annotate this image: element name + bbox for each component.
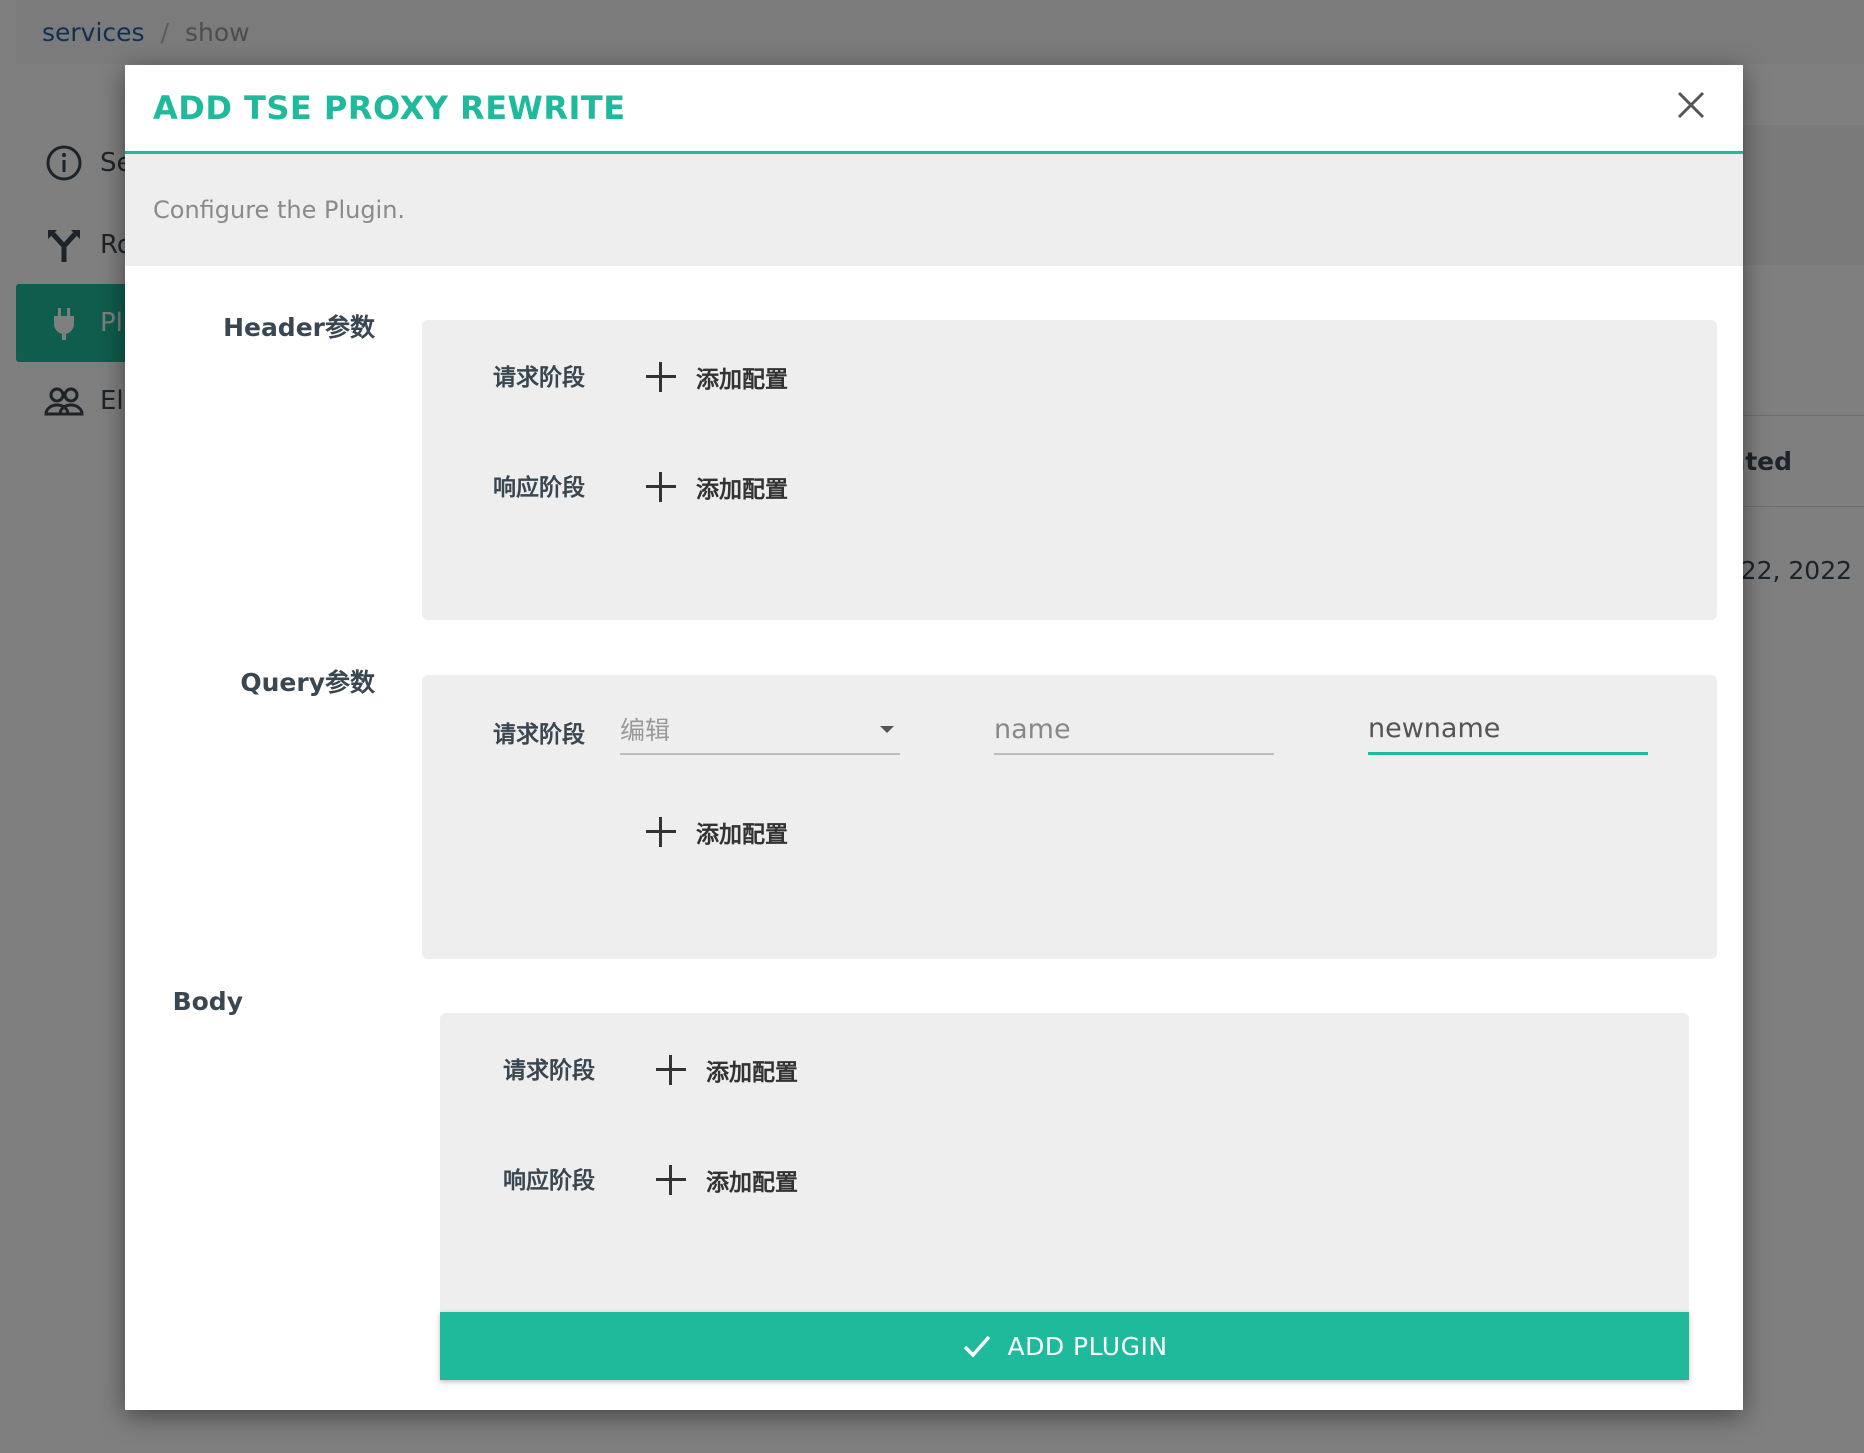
check-icon [964,1335,991,1358]
plus-icon [656,1055,686,1085]
header-params-label: Header参数 [223,313,375,342]
add-plugin-button[interactable]: ADD PLUGIN [440,1312,1689,1380]
newname-field[interactable] [1368,705,1648,752]
body-response-stage-label: 响应阶段 [503,1168,595,1194]
query-request-stage-label: 请求阶段 [493,722,585,748]
plus-icon [646,362,676,392]
add-config-label: 添加配置 [706,1170,798,1196]
plus-icon [646,472,676,502]
name-field[interactable] [994,705,1274,753]
body-request-add-config-button[interactable]: 添加配置 [656,1053,798,1087]
query-name-input[interactable] [994,705,1274,755]
plus-icon [656,1165,686,1195]
close-icon [1677,91,1705,119]
body-params-box: 请求阶段 添加配置 响应阶段 添加配置 [440,1013,1689,1313]
query-newname-input[interactable] [1368,705,1648,755]
plus-icon [646,817,676,847]
dialog-description-bar: Configure the Plugin. [125,154,1743,266]
close-button[interactable] [1671,85,1711,125]
dialog-header: ADD TSE PROXY REWRITE [125,65,1743,154]
dialog-description: Configure the Plugin. [153,196,406,224]
header-request-stage-label: 请求阶段 [493,365,585,391]
select-value: 编辑 [620,716,671,745]
header-params-box: 请求阶段 添加配置 响应阶段 添加配置 [422,320,1717,620]
body-params-label: Body [172,987,243,1016]
query-request-add-config-button[interactable]: 添加配置 [646,815,788,849]
add-plugin-label: ADD PLUGIN [1007,1331,1168,1361]
query-params-box: 请求阶段 编辑 添加配置 [422,675,1717,959]
add-config-label: 添加配置 [696,822,788,848]
body-request-stage-label: 请求阶段 [503,1058,595,1084]
chevron-down-icon [880,725,894,733]
add-plugin-dialog: ADD TSE PROXY REWRITE Configure the Plug… [125,65,1743,1410]
add-config-label: 添加配置 [706,1060,798,1086]
header-response-stage-label: 响应阶段 [493,475,585,501]
header-response-add-config-button[interactable]: 添加配置 [646,470,788,504]
add-config-label: 添加配置 [696,477,788,503]
add-config-label: 添加配置 [696,367,788,393]
body-response-add-config-button[interactable]: 添加配置 [656,1163,798,1197]
query-params-label: Query参数 [240,668,375,697]
header-request-add-config-button[interactable]: 添加配置 [646,360,788,394]
query-action-select[interactable]: 编辑 [620,705,900,755]
dialog-title: ADD TSE PROXY REWRITE [153,89,626,127]
